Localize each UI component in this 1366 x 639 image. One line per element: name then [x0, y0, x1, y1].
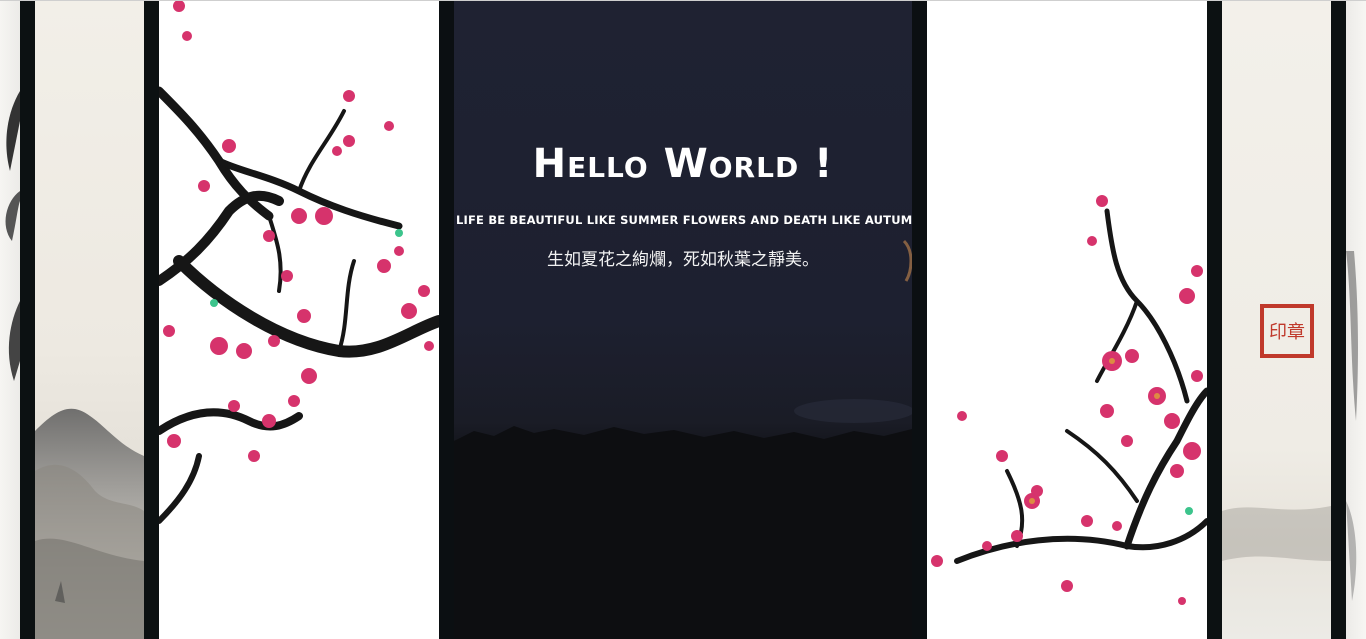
ink-leaves-image	[5, 91, 20, 381]
scroll-frame	[144, 1, 159, 639]
seal-scroll-right: 印章	[1222, 1, 1331, 639]
plum-blossom-panel-right	[927, 1, 1207, 639]
ink-painting-edge-left	[0, 1, 20, 639]
plum-blossom-panel-left	[159, 1, 439, 639]
scroll-frame-left	[20, 1, 35, 639]
scroll-frame-right	[1331, 1, 1346, 639]
seal-stamp-text: 印章	[1269, 322, 1305, 343]
landscape-scroll-left	[35, 1, 144, 639]
hero-content: Hello World ! Life be beautiful like sum…	[454, 1, 912, 639]
hero-subtitle-english: Life be beautiful like summer flowers an…	[456, 213, 912, 227]
scroll-frame	[912, 1, 927, 639]
ink-painting-edge-right	[1346, 1, 1366, 639]
ink-bamboo-image	[1346, 251, 1358, 601]
plum-blossom-image	[159, 1, 439, 524]
seal-stamp-image: 印章	[1222, 304, 1331, 561]
scroll-frame	[1207, 1, 1222, 639]
hero-subtitle-chinese: 生如夏花之絢爛，死如秋葉之靜美。	[547, 250, 819, 270]
scroll-frame	[439, 1, 454, 639]
ink-landscape-image	[35, 408, 144, 639]
plum-blossom-image	[931, 195, 1207, 605]
hero-title: Hello World !	[532, 141, 834, 187]
